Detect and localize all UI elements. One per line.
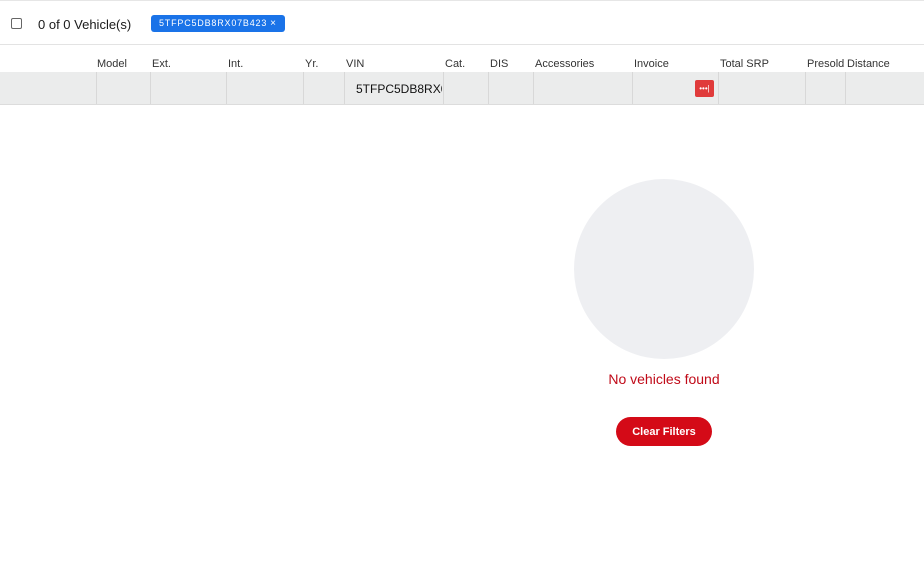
cell-divider <box>533 72 534 104</box>
column-header-presold[interactable]: Presold <box>807 58 844 70</box>
empty-state-message: No vehicles found <box>608 371 720 387</box>
table-row[interactable]: 5TFPC5DB8RX07B423 •••| <box>0 72 924 105</box>
cell-divider <box>443 72 444 104</box>
cell-divider <box>96 72 97 104</box>
column-header-dis[interactable]: DIS <box>490 58 508 70</box>
column-header-invoice[interactable]: Invoice <box>634 58 669 70</box>
cell-divider <box>150 72 151 104</box>
cell-divider <box>845 72 846 104</box>
column-header-distance[interactable]: Distance <box>847 58 890 70</box>
clear-filters-button[interactable]: Clear Filters <box>616 417 712 446</box>
cell-divider <box>303 72 304 104</box>
cell-divider <box>226 72 227 104</box>
column-header-total-srp[interactable]: Total SRP <box>720 58 769 70</box>
cell-divider <box>344 72 345 104</box>
cell-divider <box>488 72 489 104</box>
column-header-int[interactable]: Int. <box>228 58 243 70</box>
row-vin[interactable]: 5TFPC5DB8RX07B423 <box>356 82 442 96</box>
vehicle-count: 0 of 0 Vehicle(s) <box>38 17 132 32</box>
column-header-yr[interactable]: Yr. <box>305 58 318 70</box>
table-header: Model Ext. Int. Yr. VIN Cat. DIS Accesso… <box>0 45 924 72</box>
cell-divider <box>805 72 806 104</box>
empty-state-illustration <box>574 179 754 359</box>
column-header-ext[interactable]: Ext. <box>152 58 171 70</box>
column-header-model[interactable]: Model <box>97 58 127 70</box>
column-header-accessories[interactable]: Accessories <box>535 58 594 70</box>
select-all-checkbox[interactable] <box>11 18 22 29</box>
vin-filter-chip[interactable]: 5TFPC5DB8RX07B423 × <box>151 15 285 32</box>
vin-filter-chip-label: 5TFPC5DB8RX07B423 <box>159 18 268 28</box>
cell-divider <box>718 72 719 104</box>
column-header-cat[interactable]: Cat. <box>445 58 465 70</box>
column-header-vin[interactable]: VIN <box>346 58 364 70</box>
results-toolbar: 0 of 0 Vehicle(s) 5TFPC5DB8RX07B423 × <box>0 1 924 45</box>
close-icon[interactable]: × <box>270 18 277 29</box>
invoice-icon[interactable]: •••| <box>695 80 714 97</box>
cell-divider <box>632 72 633 104</box>
